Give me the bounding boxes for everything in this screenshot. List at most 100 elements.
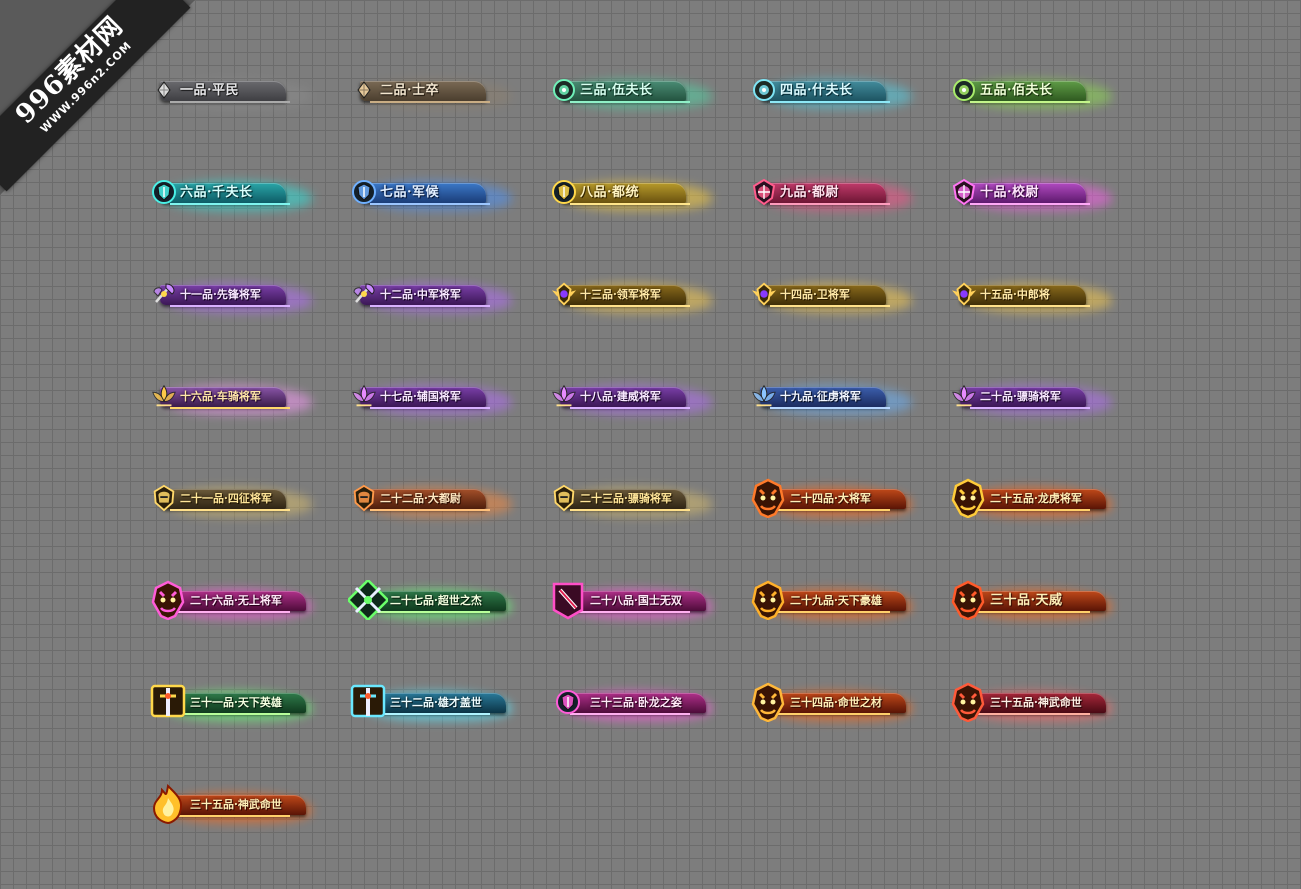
crossed-swords-icon bbox=[348, 580, 388, 620]
rank-badge: 三十二品·雄才盖世 bbox=[350, 676, 550, 736]
rank-badge: 四品·什夫长 bbox=[750, 64, 950, 124]
diamond-icon bbox=[150, 76, 178, 104]
badge-underline bbox=[370, 305, 490, 307]
badge-underline bbox=[770, 611, 890, 613]
badge-underline bbox=[170, 509, 290, 511]
rank-badge: 十三品·领军将军 bbox=[550, 268, 750, 328]
badge-label: 八品·都统 bbox=[580, 185, 640, 200]
badge-label: 二十二品·大都尉 bbox=[380, 492, 461, 505]
rank-badge: 二十品·骠骑将军 bbox=[950, 370, 1150, 430]
lotus-emblem-icon bbox=[350, 382, 378, 410]
lotus-emblem-icon bbox=[750, 382, 778, 410]
crest-emblem-icon bbox=[950, 178, 978, 206]
rank-badge: 三十三品·卧龙之姿 bbox=[550, 676, 750, 736]
badge-label: 二十九品·天下豪雄 bbox=[790, 594, 882, 607]
badge-underline bbox=[570, 101, 690, 103]
badge-underline bbox=[170, 101, 290, 103]
winged-emblem-icon bbox=[550, 280, 578, 308]
rank-badge: 三十一品·天下英雄 bbox=[150, 676, 350, 736]
badge-underline bbox=[170, 611, 290, 613]
rank-badge: 二品·士卒 bbox=[350, 64, 550, 124]
badge-underline bbox=[970, 203, 1090, 205]
badge-label: 三十一品·天下英雄 bbox=[190, 696, 282, 709]
axe-emblem-icon bbox=[350, 280, 378, 308]
rank-badge: 二十八品·国士无双 bbox=[550, 574, 750, 634]
rank-badge: 十一品·先锋将军 bbox=[150, 268, 350, 328]
badge-label: 三十五品·神武命世 bbox=[990, 696, 1082, 709]
badge-underline bbox=[170, 203, 290, 205]
badge-underline bbox=[770, 509, 890, 511]
badge-label: 三十五品·神武命世 bbox=[190, 798, 282, 811]
rank-badge: 六品·千夫长 bbox=[150, 166, 350, 226]
badge-underline bbox=[970, 305, 1090, 307]
badge-label: 五品·佰夫长 bbox=[980, 83, 1053, 98]
badge-label: 三十四品·命世之材 bbox=[790, 696, 882, 709]
badge-underline bbox=[370, 407, 490, 409]
badge-underline bbox=[570, 203, 690, 205]
helmet-emblem-icon bbox=[150, 484, 178, 512]
winged-emblem-icon bbox=[950, 280, 978, 308]
badge-underline bbox=[170, 713, 290, 715]
badge-underline bbox=[970, 611, 1090, 613]
badge-underline bbox=[770, 203, 890, 205]
badge-underline bbox=[370, 101, 490, 103]
beast-emblem-icon bbox=[748, 580, 788, 620]
badge-underline bbox=[370, 203, 490, 205]
helmet-emblem-icon bbox=[350, 484, 378, 512]
scroll-emblem-icon bbox=[548, 580, 588, 620]
rank-badge: 十二品·中军将军 bbox=[350, 268, 550, 328]
badge-underline bbox=[970, 713, 1090, 715]
badge-label: 十四品·卫将军 bbox=[780, 288, 850, 301]
rank-badge: 八品·都统 bbox=[550, 166, 750, 226]
beast-emblem-icon bbox=[948, 682, 988, 722]
badge-label: 三十二品·雄才盖世 bbox=[390, 696, 482, 709]
badge-underline bbox=[170, 305, 290, 307]
badge-label: 二十五品·龙虎将军 bbox=[990, 492, 1082, 505]
badge-label: 二十七品·超世之杰 bbox=[390, 594, 482, 607]
shield-emblem-icon bbox=[150, 178, 178, 206]
badge-underline bbox=[570, 713, 690, 715]
badge-label: 三十品·天威 bbox=[990, 593, 1063, 608]
lotus-emblem-icon bbox=[550, 382, 578, 410]
winged-emblem-icon bbox=[750, 280, 778, 308]
orb-emblem-icon bbox=[950, 76, 978, 104]
rank-badge: 十九品·征虏将军 bbox=[750, 370, 950, 430]
badge-underline bbox=[370, 713, 490, 715]
shield-emblem-icon bbox=[550, 178, 578, 206]
badge-label: 十八品·建威将军 bbox=[580, 390, 661, 403]
shield-emblem-icon bbox=[350, 178, 378, 206]
beast-emblem-icon bbox=[948, 478, 988, 518]
badge-label: 七品·军候 bbox=[380, 185, 440, 200]
rank-badge: 十七品·辅国将军 bbox=[350, 370, 550, 430]
helmet-emblem-icon bbox=[550, 484, 578, 512]
beast-emblem-icon bbox=[748, 682, 788, 722]
rank-badge: 七品·军候 bbox=[350, 166, 550, 226]
badge-label: 二十三品·骠骑将军 bbox=[580, 492, 672, 505]
rank-badge: 三十品·天威 bbox=[950, 574, 1150, 634]
badge-underline bbox=[570, 611, 690, 613]
rank-badge: 二十二品·大都尉 bbox=[350, 472, 550, 532]
rank-badge: 三十四品·命世之材 bbox=[750, 676, 950, 736]
badge-label: 三十三品·卧龙之姿 bbox=[590, 696, 682, 709]
badge-label: 六品·千夫长 bbox=[180, 185, 253, 200]
badge-label: 三品·伍夫长 bbox=[580, 83, 653, 98]
rank-badge: 二十七品·超世之杰 bbox=[348, 574, 550, 634]
badge-label: 十品·校尉 bbox=[980, 185, 1040, 200]
badge-label: 二十八品·国士无双 bbox=[590, 594, 682, 607]
flame-emblem-icon bbox=[148, 784, 188, 824]
rank-badge: 二十六品·无上将军 bbox=[150, 574, 350, 634]
rank-badge-grid: 一品·平民 二品·士卒 三品·伍夫长 四品·什夫长 五品·佰夫长 六品·千夫长 七品·军候 八… bbox=[150, 64, 1150, 880]
rank-badge: 二十三品·骠骑将军 bbox=[550, 472, 750, 532]
beast-emblem-icon bbox=[748, 478, 788, 518]
badge-underline bbox=[570, 509, 690, 511]
badge-underline bbox=[570, 407, 690, 409]
diamond-icon bbox=[350, 76, 378, 104]
beast-emblem-icon bbox=[148, 580, 188, 620]
badge-label: 二十一品·四征将军 bbox=[180, 492, 272, 505]
rank-badge: 十六品·车骑将军 bbox=[150, 370, 350, 430]
rank-badge: 二十九品·天下豪雄 bbox=[750, 574, 950, 634]
shield-emblem-icon bbox=[548, 682, 588, 722]
badge-label: 二十品·骠骑将军 bbox=[980, 390, 1061, 403]
sword-emblem-icon bbox=[348, 682, 388, 722]
orb-emblem-icon bbox=[550, 76, 578, 104]
